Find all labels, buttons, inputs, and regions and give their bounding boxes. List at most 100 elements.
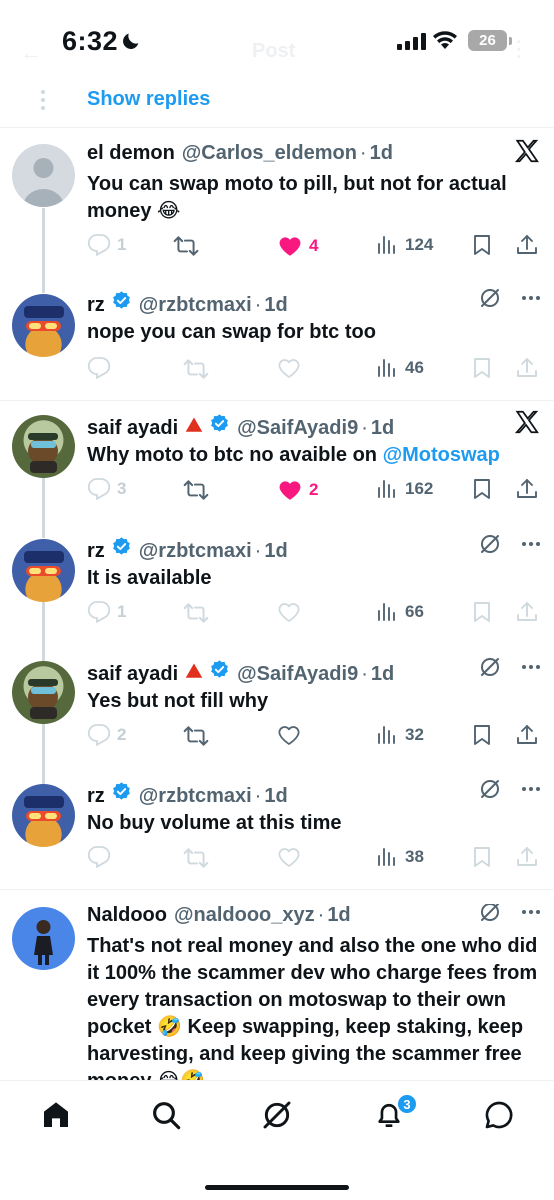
user-handle[interactable]: @SaifAyadi9 xyxy=(237,663,358,686)
bookmark-button[interactable] xyxy=(470,723,494,747)
like-button[interactable] xyxy=(277,723,307,747)
more-options-icon[interactable] xyxy=(522,542,540,546)
more-options-icon[interactable] xyxy=(522,910,540,914)
reply-button[interactable] xyxy=(87,356,117,380)
user-handle[interactable]: @Carlos_eldemon xyxy=(182,142,357,165)
repost-button[interactable] xyxy=(183,600,209,626)
reply-tweet[interactable]: el demon @Carlos_eldemon · 1d You can sw… xyxy=(0,142,554,262)
user-handle[interactable]: @rzbtcmaxi xyxy=(139,294,252,317)
grok-icon[interactable] xyxy=(478,777,502,801)
share-button[interactable] xyxy=(515,356,539,380)
bottom-nav: 3 xyxy=(0,1080,554,1200)
avatar-naldooo[interactable] xyxy=(12,907,75,970)
bookmark-button[interactable] xyxy=(470,600,494,624)
search-icon[interactable] xyxy=(150,1099,182,1131)
reply-tweet[interactable]: rz @rzbtcmaxi · 1d It is available 1 66 xyxy=(0,536,554,636)
repost-button[interactable] xyxy=(183,723,209,749)
display-name[interactable]: el demon xyxy=(87,142,175,165)
reply-button[interactable]: 2 xyxy=(87,723,126,747)
home-icon[interactable] xyxy=(40,1099,72,1131)
share-button[interactable] xyxy=(515,600,539,624)
views-button[interactable]: 66 xyxy=(375,600,424,624)
timestamp[interactable]: 1d xyxy=(264,294,287,317)
tweet-text: Why moto to btc no avaible on @Motoswap xyxy=(87,444,500,466)
mention-link[interactable]: @Motoswap xyxy=(383,444,500,466)
reply-button[interactable] xyxy=(87,845,117,869)
show-replies-row[interactable]: Show replies xyxy=(0,82,554,128)
timestamp[interactable]: 1d xyxy=(371,417,394,440)
like-button[interactable] xyxy=(277,845,307,869)
reply-button[interactable]: 1 xyxy=(87,600,126,624)
views-button[interactable]: 38 xyxy=(375,845,424,869)
views-button[interactable]: 32 xyxy=(375,723,424,747)
avatar-rz[interactable] xyxy=(12,784,75,847)
views-button[interactable]: 162 xyxy=(375,477,433,501)
x-logo-icon[interactable] xyxy=(514,138,540,164)
avatar-default[interactable] xyxy=(12,144,75,207)
grok-icon[interactable] xyxy=(478,532,502,556)
grok-icon[interactable] xyxy=(478,286,502,310)
timestamp[interactable]: 1d xyxy=(371,663,394,686)
display-name[interactable]: rz xyxy=(87,785,105,808)
reply-tweet[interactable]: Naldooo @naldooo_xyz · 1d That's not rea… xyxy=(0,904,554,1080)
tweet-header: saif ayadi @SaifAyadi9 · 1d xyxy=(87,659,394,686)
avatar-saif[interactable] xyxy=(12,661,75,724)
tweet-header: Naldooo @naldooo_xyz · 1d xyxy=(87,904,351,927)
reply-button[interactable]: 3 xyxy=(87,477,126,501)
timestamp[interactable]: 1d xyxy=(264,785,287,808)
share-button[interactable] xyxy=(515,723,539,747)
avatar-rz[interactable] xyxy=(12,294,75,357)
timestamp[interactable]: 1d xyxy=(264,540,287,563)
display-name[interactable]: rz xyxy=(87,540,105,563)
avatar-saif[interactable] xyxy=(12,415,75,478)
repost-button[interactable] xyxy=(173,233,199,259)
views-button[interactable]: 124 xyxy=(375,233,433,257)
avatar-rz[interactable] xyxy=(12,539,75,602)
back-arrow-icon[interactable]: ← xyxy=(20,40,42,66)
like-button[interactable] xyxy=(277,600,307,624)
like-button[interactable]: 4 xyxy=(277,233,318,259)
grok-icon[interactable] xyxy=(478,904,502,924)
tweet-actions: 3 2 162 xyxy=(87,477,542,503)
repost-button[interactable] xyxy=(183,477,209,503)
display-name[interactable]: saif ayadi xyxy=(87,663,178,686)
grok-icon[interactable] xyxy=(261,1099,293,1131)
views-button[interactable]: 46 xyxy=(375,356,424,380)
user-handle[interactable]: @rzbtcmaxi xyxy=(139,785,252,808)
display-name[interactable]: Naldooo xyxy=(87,904,167,927)
user-handle[interactable]: @SaifAyadi9 xyxy=(237,417,358,440)
notifications-count-badge: 3 xyxy=(396,1093,418,1115)
reply-button[interactable]: 1 xyxy=(87,233,126,257)
share-button[interactable] xyxy=(515,233,539,257)
more-options-icon[interactable] xyxy=(522,787,540,791)
user-handle[interactable]: @rzbtcmaxi xyxy=(139,540,252,563)
bookmark-button[interactable] xyxy=(470,233,494,257)
like-button[interactable] xyxy=(277,356,307,380)
bookmark-button[interactable] xyxy=(470,845,494,869)
reply-tweet[interactable]: saif ayadi @SaifAyadi9 · 1d Yes but not … xyxy=(0,659,554,759)
repost-button[interactable] xyxy=(183,845,209,871)
reply-tweet[interactable]: saif ayadi @SaifAyadi9 · 1d Why moto to … xyxy=(0,413,554,523)
display-name[interactable]: rz xyxy=(87,294,105,317)
share-button[interactable] xyxy=(515,477,539,501)
bookmark-button[interactable] xyxy=(470,477,494,501)
x-logo-icon[interactable] xyxy=(514,409,540,435)
red-triangle-icon xyxy=(185,662,203,680)
repost-button[interactable] xyxy=(183,356,209,382)
show-replies-link[interactable]: Show replies xyxy=(87,88,210,111)
user-handle[interactable]: @naldooo_xyz xyxy=(174,904,315,927)
timestamp[interactable]: 1d xyxy=(327,904,350,927)
timestamp[interactable]: 1d xyxy=(370,142,393,165)
display-name[interactable]: saif ayadi xyxy=(87,417,178,440)
more-options-icon[interactable] xyxy=(522,296,540,300)
bookmark-button[interactable] xyxy=(470,356,494,380)
grok-icon[interactable] xyxy=(478,655,502,679)
reply-tweet[interactable]: rz @rzbtcmaxi · 1d No buy volume at this… xyxy=(0,781,554,881)
more-options-icon[interactable] xyxy=(522,665,540,669)
messages-icon[interactable] xyxy=(483,1099,515,1131)
divider xyxy=(0,889,554,890)
like-button[interactable]: 2 xyxy=(277,477,318,503)
share-button[interactable] xyxy=(515,845,539,869)
tweet-actions: 2 32 xyxy=(87,723,542,749)
reply-tweet[interactable]: rz @rzbtcmaxi · 1d nope you can swap for… xyxy=(0,290,554,390)
